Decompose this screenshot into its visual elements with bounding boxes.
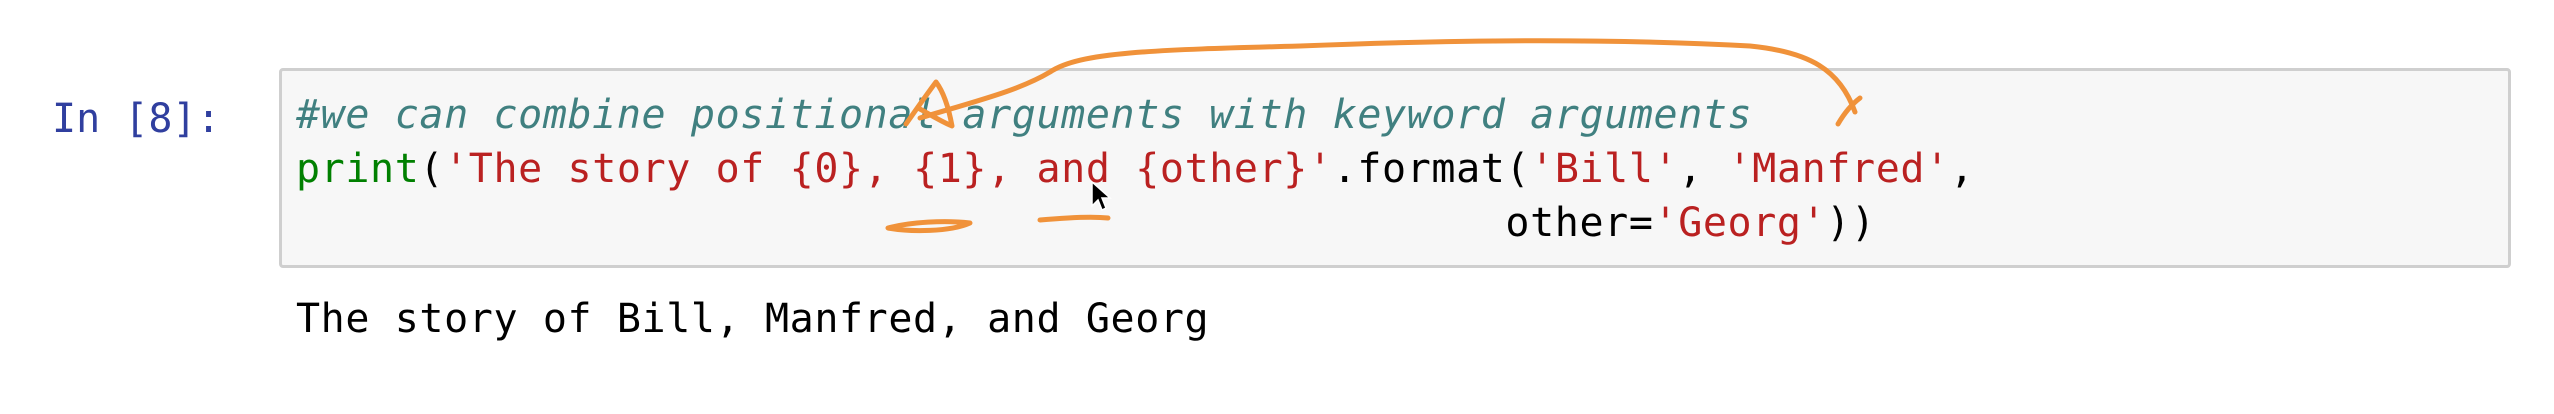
code-token: .format( bbox=[1332, 146, 1531, 192]
code-token: #we can combine positional arguments wit… bbox=[296, 92, 1753, 138]
cell-output: The story of Bill, Manfred, and Georg bbox=[296, 296, 1210, 342]
code-token: 'Manfred' bbox=[1727, 146, 1950, 192]
arrow-cursor-icon bbox=[1091, 180, 1112, 212]
code-token: ( bbox=[419, 146, 445, 192]
code-line-3: other='Georg')) bbox=[296, 200, 1876, 246]
code-token: )) bbox=[1826, 200, 1876, 246]
code-token: other= bbox=[296, 200, 1654, 246]
code-token: 'Georg' bbox=[1653, 200, 1827, 246]
code-token: , bbox=[1949, 146, 1975, 192]
cell-prompt: In [8]: bbox=[52, 96, 221, 142]
previous-cell-fragment bbox=[0, 0, 2554, 4]
code-line-1: #we can combine positional arguments wit… bbox=[296, 92, 1752, 138]
code-token: print bbox=[296, 146, 420, 192]
code-token: 'Bill' bbox=[1530, 146, 1679, 192]
code-token: 'The story of {0}, {1}, and {other}' bbox=[444, 146, 1333, 192]
code-token: , bbox=[1678, 146, 1728, 192]
code-line-2: print('The story of {0}, {1}, and {other… bbox=[296, 146, 1974, 192]
